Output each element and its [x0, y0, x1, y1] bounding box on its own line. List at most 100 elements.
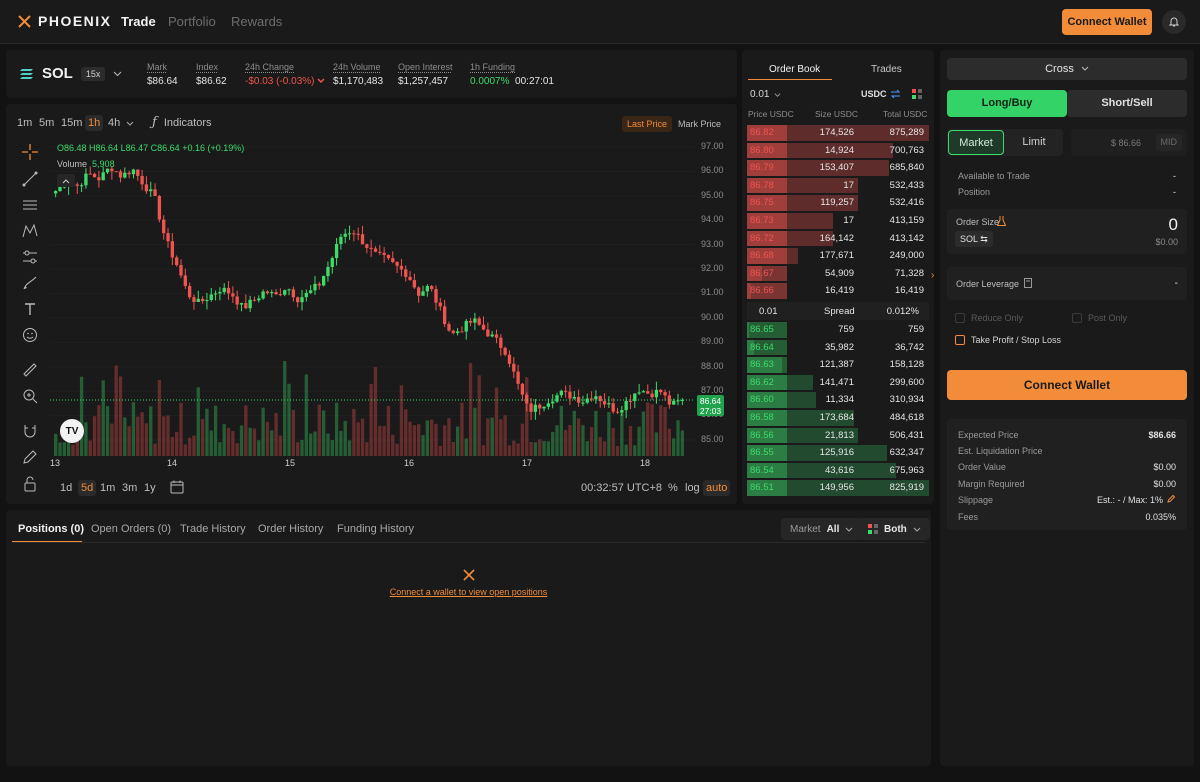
fib-tool[interactable] — [20, 195, 40, 215]
bid-row[interactable]: 86.63 121,387 158,128 — [742, 356, 934, 374]
notifications-button[interactable] — [1162, 10, 1186, 34]
lock-tool[interactable] — [20, 474, 40, 494]
pattern-tool[interactable] — [20, 221, 40, 241]
brush-tool[interactable] — [20, 273, 40, 293]
bid-row[interactable]: 86.64 35,982 36,742 — [742, 339, 934, 357]
volume-bar — [615, 445, 620, 456]
book-layout-icon[interactable] — [912, 89, 922, 99]
magnet-tool[interactable] — [20, 421, 40, 441]
draw-mode-tool[interactable] — [20, 447, 40, 467]
ask-row[interactable]: 86.78 17 532,433 — [742, 177, 934, 195]
bid-row[interactable]: 86.62 141,471 299,600 — [742, 374, 934, 392]
chevron-down-icon[interactable] — [126, 119, 134, 127]
indicators-button[interactable]: ƒ Indicators — [152, 115, 212, 130]
price-tick-label: 85.00 — [701, 433, 724, 444]
tpsl-checkbox[interactable] — [955, 335, 965, 345]
order-size-input[interactable]: Order Size 0 $0.00 SOL ⇆ — [947, 209, 1187, 254]
timeframe-4h[interactable]: 4h — [105, 115, 123, 131]
brand-logo[interactable]: PHOENIX — [18, 13, 112, 29]
edit-pencil-icon[interactable] — [1167, 494, 1176, 503]
tab-trades[interactable]: Trades — [871, 64, 902, 75]
tick-size-select[interactable]: 0.01 — [750, 89, 781, 100]
market-filter-select[interactable]: Market All — [781, 518, 863, 540]
date-range-icon[interactable] — [170, 480, 184, 494]
tab-order-book[interactable]: Order Book — [769, 64, 820, 75]
ruler-tool[interactable] — [20, 360, 40, 380]
scale-percent[interactable]: % — [665, 480, 681, 496]
ask-row[interactable]: 86.80 14,924 700,763 — [742, 142, 934, 160]
bid-row[interactable]: 86.54 43,616 675,963 — [742, 462, 934, 480]
slippage-value[interactable]: Est.: - / Max: 1% — [1097, 495, 1163, 505]
bid-row[interactable]: 86.55 125,916 632,347 — [742, 444, 934, 462]
scale-log[interactable]: log — [682, 480, 703, 496]
swap-icon[interactable] — [890, 89, 901, 99]
last-price-toggle[interactable]: Last Price — [622, 116, 673, 132]
ask-row[interactable]: 86.79 153,407 685,840 — [742, 159, 934, 177]
limit-order-tab[interactable]: Limit — [1006, 130, 1062, 155]
crosshair-tool[interactable] — [20, 142, 40, 162]
connect-wallet-button[interactable]: Connect Wallet — [1062, 9, 1152, 35]
bid-row[interactable]: 86.60 11,334 310,934 — [742, 391, 934, 409]
price-cell: 86.82 — [750, 127, 774, 138]
range-3m[interactable]: 3m — [119, 480, 140, 496]
bid-row[interactable]: 86.65 759 759 — [742, 321, 934, 339]
side-filter-select[interactable]: Both — [859, 518, 930, 540]
ask-row[interactable]: 86.68 177,671 249,000 — [742, 247, 934, 265]
text-tool[interactable] — [20, 299, 40, 319]
ask-row[interactable]: 86.72 164,142 413,142 — [742, 230, 934, 248]
range-1y[interactable]: 1y — [141, 480, 159, 496]
tab-order-history[interactable]: Order History — [258, 523, 323, 535]
range-5d[interactable]: 5d — [78, 480, 97, 496]
long-buy-button[interactable]: Long/Buy — [947, 90, 1067, 117]
connect-wallet-link[interactable]: Connect a wallet to view open positions — [6, 587, 931, 597]
bid-row[interactable]: 86.58 173,684 484,618 — [742, 409, 934, 427]
volume-bar — [265, 421, 270, 456]
tab-funding-history[interactable]: Funding History — [337, 523, 414, 535]
range-1d[interactable]: 1d — [57, 480, 75, 496]
candle — [607, 396, 611, 408]
market-selector[interactable]: SOL 15x — [20, 65, 122, 82]
ask-row[interactable]: 86.67 54,909 71,328 — [742, 265, 934, 283]
post-only-checkbox[interactable] — [1072, 313, 1082, 323]
ask-row[interactable]: 86.73 17 413,159 — [742, 212, 934, 230]
mid-button[interactable]: MID — [1155, 134, 1182, 151]
zoom-tool[interactable] — [20, 386, 40, 406]
measure-tool[interactable] — [20, 247, 40, 267]
timeframe-1h[interactable]: 1h — [85, 115, 104, 131]
timeframe-15m[interactable]: 15m — [58, 115, 85, 131]
candle — [395, 261, 399, 274]
volume-bar — [136, 416, 140, 456]
timeframe-1m[interactable]: 1m — [14, 115, 35, 131]
ask-row[interactable]: 86.66 16,419 16,419 — [742, 282, 934, 300]
quote-currency[interactable]: USDC — [861, 89, 887, 99]
chevron-right-icon[interactable]: › — [931, 270, 934, 281]
trendline-tool[interactable] — [20, 169, 40, 189]
order-leverage-field[interactable]: Order Leverage - — [947, 267, 1187, 300]
bid-row[interactable]: 86.51 149,956 825,919 — [742, 479, 934, 497]
ask-row[interactable]: 86.82 174,526 875,289 — [742, 124, 934, 142]
short-sell-button[interactable]: Short/Sell — [1067, 90, 1187, 117]
collapse-legend-button[interactable] — [57, 174, 75, 187]
scale-auto[interactable]: auto — [703, 480, 731, 496]
reduce-only-checkbox[interactable] — [955, 313, 965, 323]
candlestick-chart[interactable] — [50, 136, 695, 456]
tab-trade-history[interactable]: Trade History — [180, 523, 246, 535]
nav-rewards[interactable]: Rewards — [231, 14, 282, 29]
tab-open-orders[interactable]: Open Orders (0) — [91, 523, 171, 535]
market-order-tab[interactable]: Market — [948, 130, 1004, 155]
price-input[interactable]: $ 86.66 MID — [1071, 129, 1187, 156]
timeframe-5m[interactable]: 5m — [36, 115, 57, 131]
chevron-down-icon — [114, 71, 122, 77]
ask-row[interactable]: 86.75 119,257 532,416 — [742, 194, 934, 212]
nav-portfolio[interactable]: Portfolio — [168, 14, 216, 29]
margin-mode-select[interactable]: Cross — [947, 58, 1187, 80]
emoji-tool[interactable] — [20, 325, 40, 345]
mark-price-toggle[interactable]: Mark Price — [673, 116, 726, 132]
candle — [434, 285, 438, 311]
size-asset-toggle[interactable]: SOL ⇆ — [955, 231, 993, 247]
nav-trade[interactable]: Trade — [121, 14, 156, 29]
tab-positions[interactable]: Positions (0) — [18, 523, 84, 535]
bid-row[interactable]: 86.56 21,813 506,431 — [742, 427, 934, 445]
connect-wallet-order-button[interactable]: Connect Wallet — [947, 370, 1187, 400]
range-1m[interactable]: 1m — [97, 480, 118, 496]
